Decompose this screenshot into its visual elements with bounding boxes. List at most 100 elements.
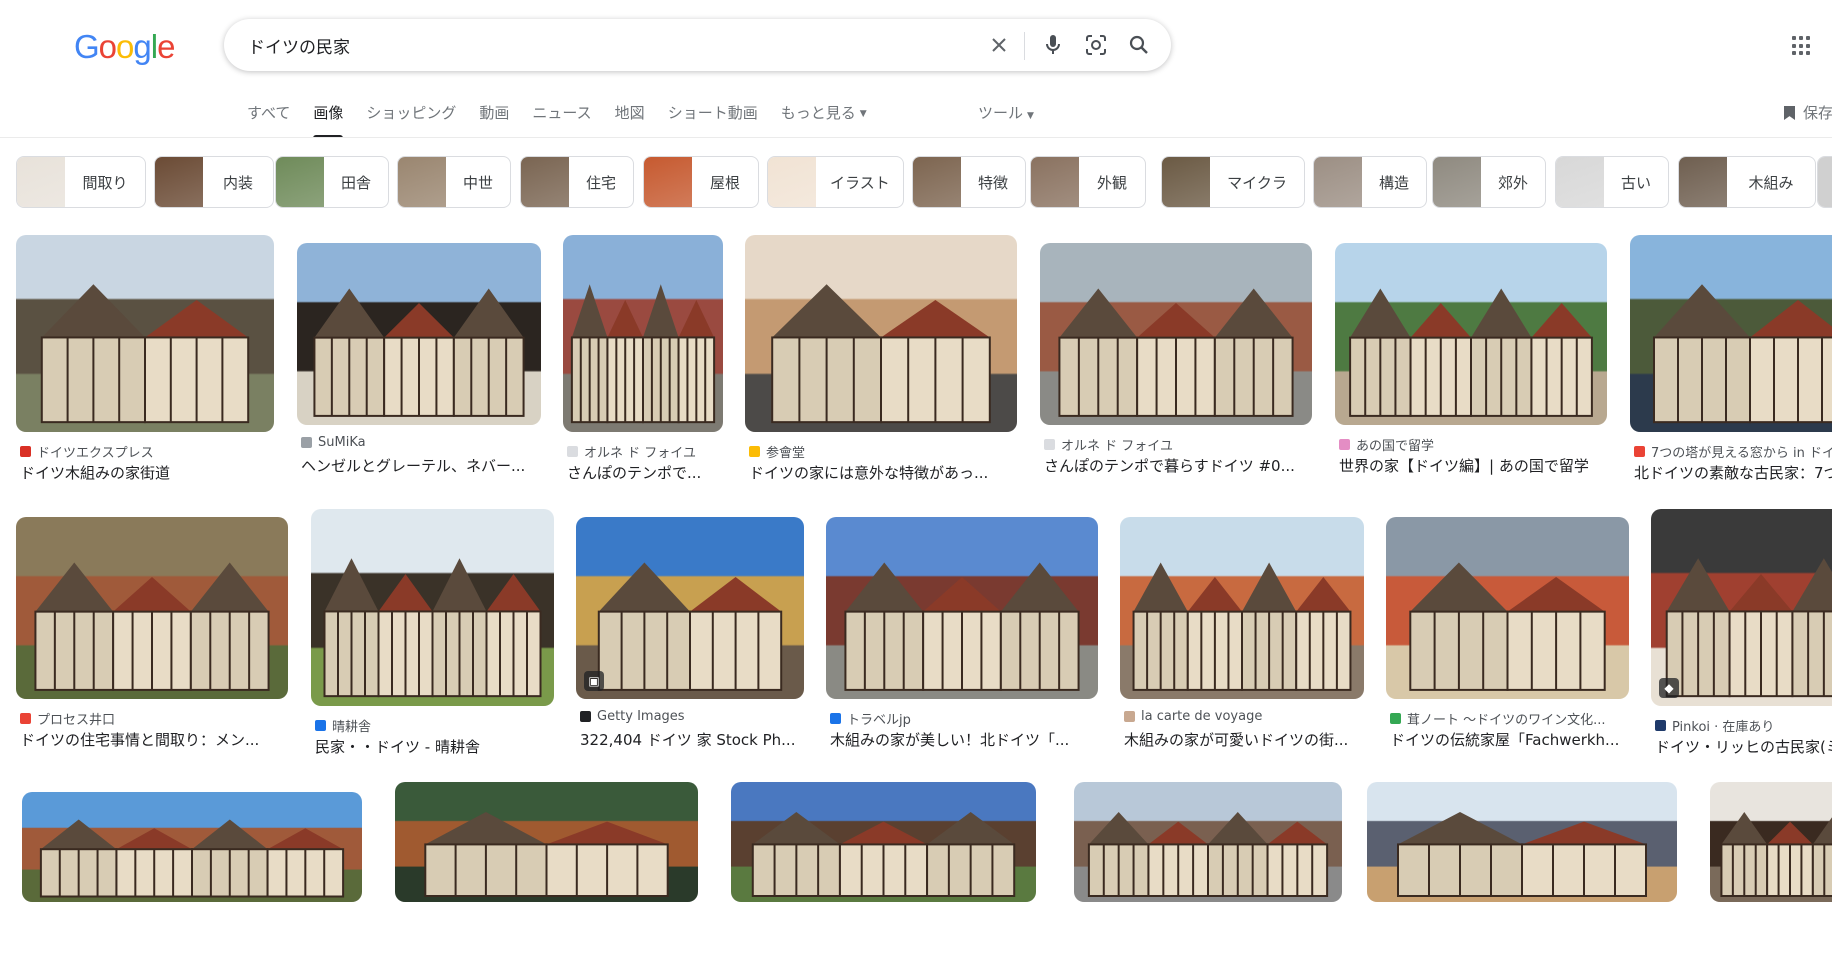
chip-13[interactable]: 木組み — [1678, 156, 1816, 208]
result-title[interactable]: ドイツの住宅事情と間取り：メン... — [20, 729, 284, 750]
search-icon[interactable] — [1126, 32, 1152, 58]
result-thumbnail[interactable]: ▣ — [576, 517, 804, 699]
result-source[interactable]: SuMiKa — [301, 435, 537, 450]
result-thumbnail[interactable] — [1120, 517, 1364, 699]
chip-3[interactable]: 中世 — [397, 156, 511, 208]
result-thumbnail[interactable] — [311, 509, 554, 706]
result-source[interactable]: あの国で留学 — [1339, 435, 1603, 454]
chip-6[interactable]: イラスト — [767, 156, 904, 208]
result-source[interactable]: 茸ノート ～ドイツのワイン文化... — [1390, 709, 1625, 728]
chip-9[interactable]: マイクラ — [1161, 156, 1305, 208]
result-source[interactable]: la carte de voyage — [1124, 709, 1360, 724]
result-title[interactable]: 北ドイツの素敵な古民家：7つ... — [1634, 462, 1832, 483]
result-source[interactable]: Pinkoi · 在庫あり — [1655, 716, 1832, 735]
image-result-card[interactable]: 晴耕舎 民家・・ドイツ - 晴耕舎 — [311, 509, 554, 758]
result-source[interactable]: 7つの塔が見える窓から in ドイツ — [1634, 442, 1832, 461]
chip-8[interactable]: 外観 — [1030, 156, 1146, 208]
result-thumbnail[interactable] — [563, 235, 723, 432]
result-thumbnail[interactable] — [297, 243, 541, 425]
google-logo[interactable]: Google — [74, 28, 175, 66]
result-thumbnail[interactable] — [745, 235, 1017, 432]
image-result-card[interactable] — [1367, 782, 1677, 954]
chip-overflow[interactable] — [1817, 156, 1832, 208]
chip-0[interactable]: 間取り — [16, 156, 146, 208]
mic-icon[interactable] — [1040, 32, 1066, 58]
result-title[interactable]: 木組みの家が可愛いドイツの街... — [1124, 729, 1360, 750]
image-result-card[interactable]: オルネ ド フォイユ さんぽのテンポで暮らすドイツ #0... — [1040, 243, 1312, 477]
tab-2[interactable]: ショッピング — [366, 100, 456, 138]
image-result-card[interactable]: 参會堂 ドイツの家には意外な特徴があっ... — [745, 235, 1017, 484]
tab-6[interactable]: ショート動画 — [668, 100, 758, 138]
image-result-card[interactable] — [22, 792, 362, 954]
chip-5[interactable]: 屋根 — [643, 156, 759, 208]
result-title[interactable]: 民家・・ドイツ - 晴耕舎 — [315, 736, 550, 757]
search-box[interactable]: ドイツの民家 — [224, 19, 1171, 71]
image-result-card[interactable]: トラベルjp 木組みの家が美しい！北ドイツ「... — [826, 517, 1098, 751]
result-thumbnail[interactable] — [395, 782, 698, 902]
save-button[interactable]: 保存 — [1784, 100, 1832, 126]
tab-4[interactable]: ニュース — [532, 100, 591, 138]
image-result-card[interactable]: オルネ ド フォイユ さんぽのテンポで... — [563, 235, 723, 484]
result-title[interactable]: 322,404 ドイツ 家 Stock Ph... — [580, 729, 800, 750]
tools-button[interactable]: ツール ▼ — [978, 100, 1034, 129]
image-result-card[interactable]: ドイツエクスプレス ドイツ木組みの家街道 — [16, 235, 274, 484]
result-title[interactable]: ドイツの伝統家屋「Fachwerkh... — [1390, 729, 1625, 750]
result-source[interactable]: オルネ ド フォイユ — [1044, 435, 1308, 454]
image-result-card[interactable]: ◆ Pinkoi · 在庫ありドイツ・リッヒの古民家(ミニチ... — [1651, 509, 1832, 758]
image-result-card[interactable]: SuMiKa ヘンゼルとグレーテル、ネバー... — [297, 243, 541, 477]
result-source[interactable]: オルネ ド フォイユ — [567, 442, 719, 461]
image-result-card[interactable]: プロセス井口 ドイツの住宅事情と間取り：メン... — [16, 517, 288, 751]
result-thumbnail[interactable] — [826, 517, 1098, 699]
image-result-card[interactable]: 茸ノート ～ドイツのワイン文化... ドイツの伝統家屋「Fachwerkh... — [1386, 517, 1629, 751]
chip-2[interactable]: 田舎 — [275, 156, 389, 208]
search-input[interactable]: ドイツの民家 — [248, 33, 350, 58]
chip-4[interactable]: 住宅 — [520, 156, 634, 208]
tab-3[interactable]: 動画 — [479, 100, 509, 138]
result-title[interactable]: 世界の家【ドイツ編】| あの国で留学 — [1339, 455, 1603, 476]
image-result-card[interactable]: あの国で留学 世界の家【ドイツ編】| あの国で留学 — [1335, 243, 1607, 477]
result-thumbnail[interactable] — [22, 792, 362, 902]
result-title[interactable]: さんぽのテンポで... — [567, 462, 719, 483]
result-thumbnail[interactable] — [731, 782, 1036, 902]
result-thumbnail[interactable]: ◆ — [1651, 509, 1832, 706]
result-source[interactable]: ドイツエクスプレス — [20, 442, 270, 461]
chip-12[interactable]: 古い — [1555, 156, 1669, 208]
result-source[interactable]: 晴耕舎 — [315, 716, 550, 735]
result-title[interactable]: ドイツ木組みの家街道 — [20, 462, 270, 483]
result-source[interactable]: Getty Images — [580, 709, 800, 724]
result-title[interactable]: さんぽのテンポで暮らすドイツ #0... — [1044, 455, 1308, 476]
chip-1[interactable]: 内装 — [154, 156, 274, 208]
result-thumbnail[interactable] — [16, 517, 288, 699]
result-source[interactable]: トラベルjp — [830, 709, 1094, 728]
tab-7[interactable]: もっと見る ▼ — [781, 100, 867, 138]
result-title[interactable]: 木組みの家が美しい！北ドイツ「... — [830, 729, 1094, 750]
tab-5[interactable]: 地図 — [615, 100, 645, 138]
result-title[interactable]: ヘンゼルとグレーテル、ネバー... — [301, 455, 537, 476]
image-result-card[interactable] — [395, 782, 698, 954]
image-result-card[interactable]: ▣ Getty Images 322,404 ドイツ 家 Stock Ph... — [576, 517, 804, 751]
result-source[interactable]: 参會堂 — [749, 442, 1013, 461]
image-result-card[interactable] — [1710, 782, 1832, 954]
tab-1[interactable]: 画像 — [313, 100, 344, 138]
image-result-card[interactable]: 7つの塔が見える窓から in ドイツ 北ドイツの素敵な古民家：7つ... — [1630, 235, 1832, 484]
apps-grid-icon[interactable] — [1792, 36, 1812, 56]
close-icon[interactable] — [986, 32, 1012, 58]
result-thumbnail[interactable] — [1630, 235, 1832, 432]
result-thumbnail[interactable] — [1386, 517, 1629, 699]
result-source[interactable]: プロセス井口 — [20, 709, 284, 728]
image-result-card[interactable] — [731, 782, 1036, 954]
result-thumbnail[interactable] — [1074, 782, 1342, 902]
camera-lens-icon[interactable] — [1083, 32, 1109, 58]
chip-7[interactable]: 特徴 — [912, 156, 1026, 208]
chip-11[interactable]: 郊外 — [1432, 156, 1546, 208]
result-thumbnail[interactable] — [1710, 782, 1832, 902]
result-title[interactable]: ドイツ・リッヒの古民家(ミニチ... — [1655, 736, 1832, 757]
image-result-card[interactable] — [1074, 782, 1342, 954]
chip-10[interactable]: 構造 — [1313, 156, 1427, 208]
result-title[interactable]: ドイツの家には意外な特徴があっ... — [749, 462, 1013, 483]
tab-0[interactable]: すべて — [247, 100, 290, 138]
image-result-card[interactable]: la carte de voyage 木組みの家が可愛いドイツの街... — [1120, 517, 1364, 751]
result-thumbnail[interactable] — [1367, 782, 1677, 902]
result-thumbnail[interactable] — [16, 235, 274, 432]
result-thumbnail[interactable] — [1040, 243, 1312, 425]
